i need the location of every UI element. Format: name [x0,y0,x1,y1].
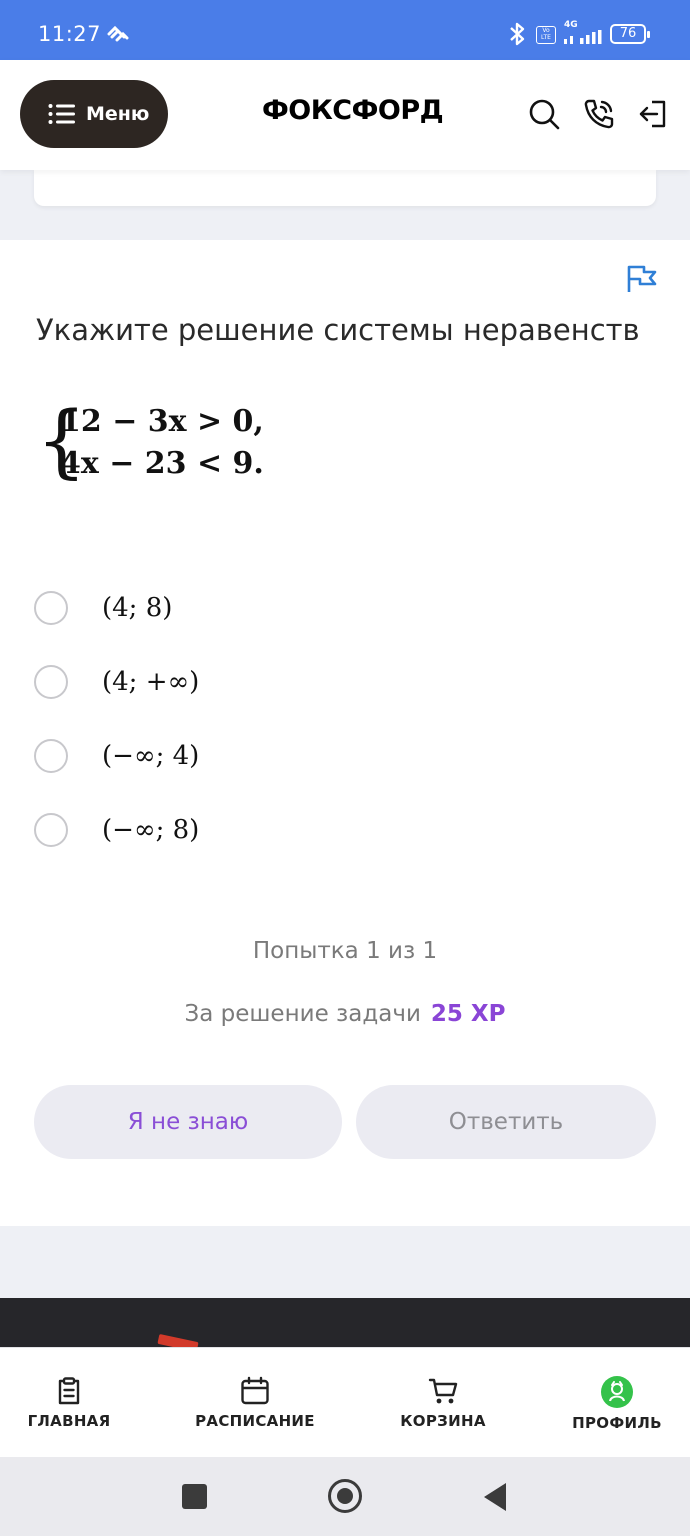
nav-item-cart[interactable]: КОРЗИНА [373,1376,513,1430]
inequality-line-1: 12 − 3x > 0, [60,404,264,439]
radio-button[interactable] [34,739,68,773]
answer-option-4[interactable]: (−∞; 8) [34,810,434,850]
option-label: (4; 8) [102,593,173,623]
recent-apps-button[interactable] [182,1484,207,1509]
nav-item-schedule[interactable]: РАСПИСАНИЕ [185,1376,325,1430]
search-icon[interactable] [528,98,560,130]
calendar-icon [241,1376,269,1405]
menu-label: Меню [86,103,150,125]
app-header: Меню ФОКСФОРД [0,60,690,170]
radio-button[interactable] [34,665,68,699]
phone-icon[interactable] [583,98,615,130]
task-card: Укажите решение системы неравенств { 12 … [0,240,690,1226]
status-time: 11:27 [38,22,102,46]
profile-avatar-icon [601,1376,633,1408]
system-navigation-bar [0,1457,690,1536]
reward-text: За решение задачи [184,1001,421,1027]
reward-xp: 25 XP [430,1001,506,1027]
dont-know-button[interactable]: Я не знаю [34,1085,342,1159]
network-type: 4G [564,20,578,30]
answer-button[interactable]: Ответить [356,1085,656,1159]
nav-label: РАСПИСАНИЕ [195,1412,315,1430]
nav-label: КОРЗИНА [400,1412,486,1430]
attempt-counter: Попытка 1 из 1 [252,938,438,964]
answer-option-2[interactable]: (4; +∞) [34,662,434,702]
back-button[interactable] [484,1483,506,1511]
reward-info: За решение задачи 25 XP [0,1001,690,1027]
radio-button[interactable] [34,813,68,847]
status-bar: 11:27 Vo LTE 4G 76 [0,0,690,60]
menu-button[interactable]: Меню [20,80,168,148]
report-flag-icon[interactable] [626,264,658,294]
cart-icon [428,1378,458,1404]
hamburger-icon [48,104,75,124]
bluetooth-icon [510,22,525,46]
answer-option-3[interactable]: (−∞; 4) [34,736,434,776]
task-title: Укажите решение системы неравенств [36,313,640,347]
option-label: (−∞; 8) [102,815,200,845]
nav-item-main[interactable]: ГЛАВНАЯ [0,1376,139,1430]
answer-option-1[interactable]: (4; 8) [34,588,434,628]
home-button[interactable] [328,1479,362,1513]
sync-icon [107,25,129,42]
bottom-navigation: ГЛАВНАЯ РАСПИСАНИЕ КОРЗИНА ПРОФИЛЬ [0,1347,690,1457]
foxford-logo[interactable]: ФОКСФОРД [262,95,444,126]
radio-button[interactable] [34,591,68,625]
signal-icon: 4G [562,20,602,46]
option-label: (4; +∞) [102,667,200,697]
volte-icon: Vo LTE [536,26,556,44]
nav-label: ГЛАВНАЯ [27,1412,111,1430]
option-label: (−∞; 4) [102,741,200,771]
clipboard-icon [58,1377,80,1405]
nav-item-profile[interactable]: ПРОФИЛЬ [547,1376,687,1432]
logout-icon[interactable] [638,98,668,130]
inequality-line-2: 4x − 23 < 9. [60,446,264,481]
battery-icon: 76 [610,24,650,44]
previous-card [34,170,656,206]
nav-label: ПРОФИЛЬ [572,1414,662,1432]
